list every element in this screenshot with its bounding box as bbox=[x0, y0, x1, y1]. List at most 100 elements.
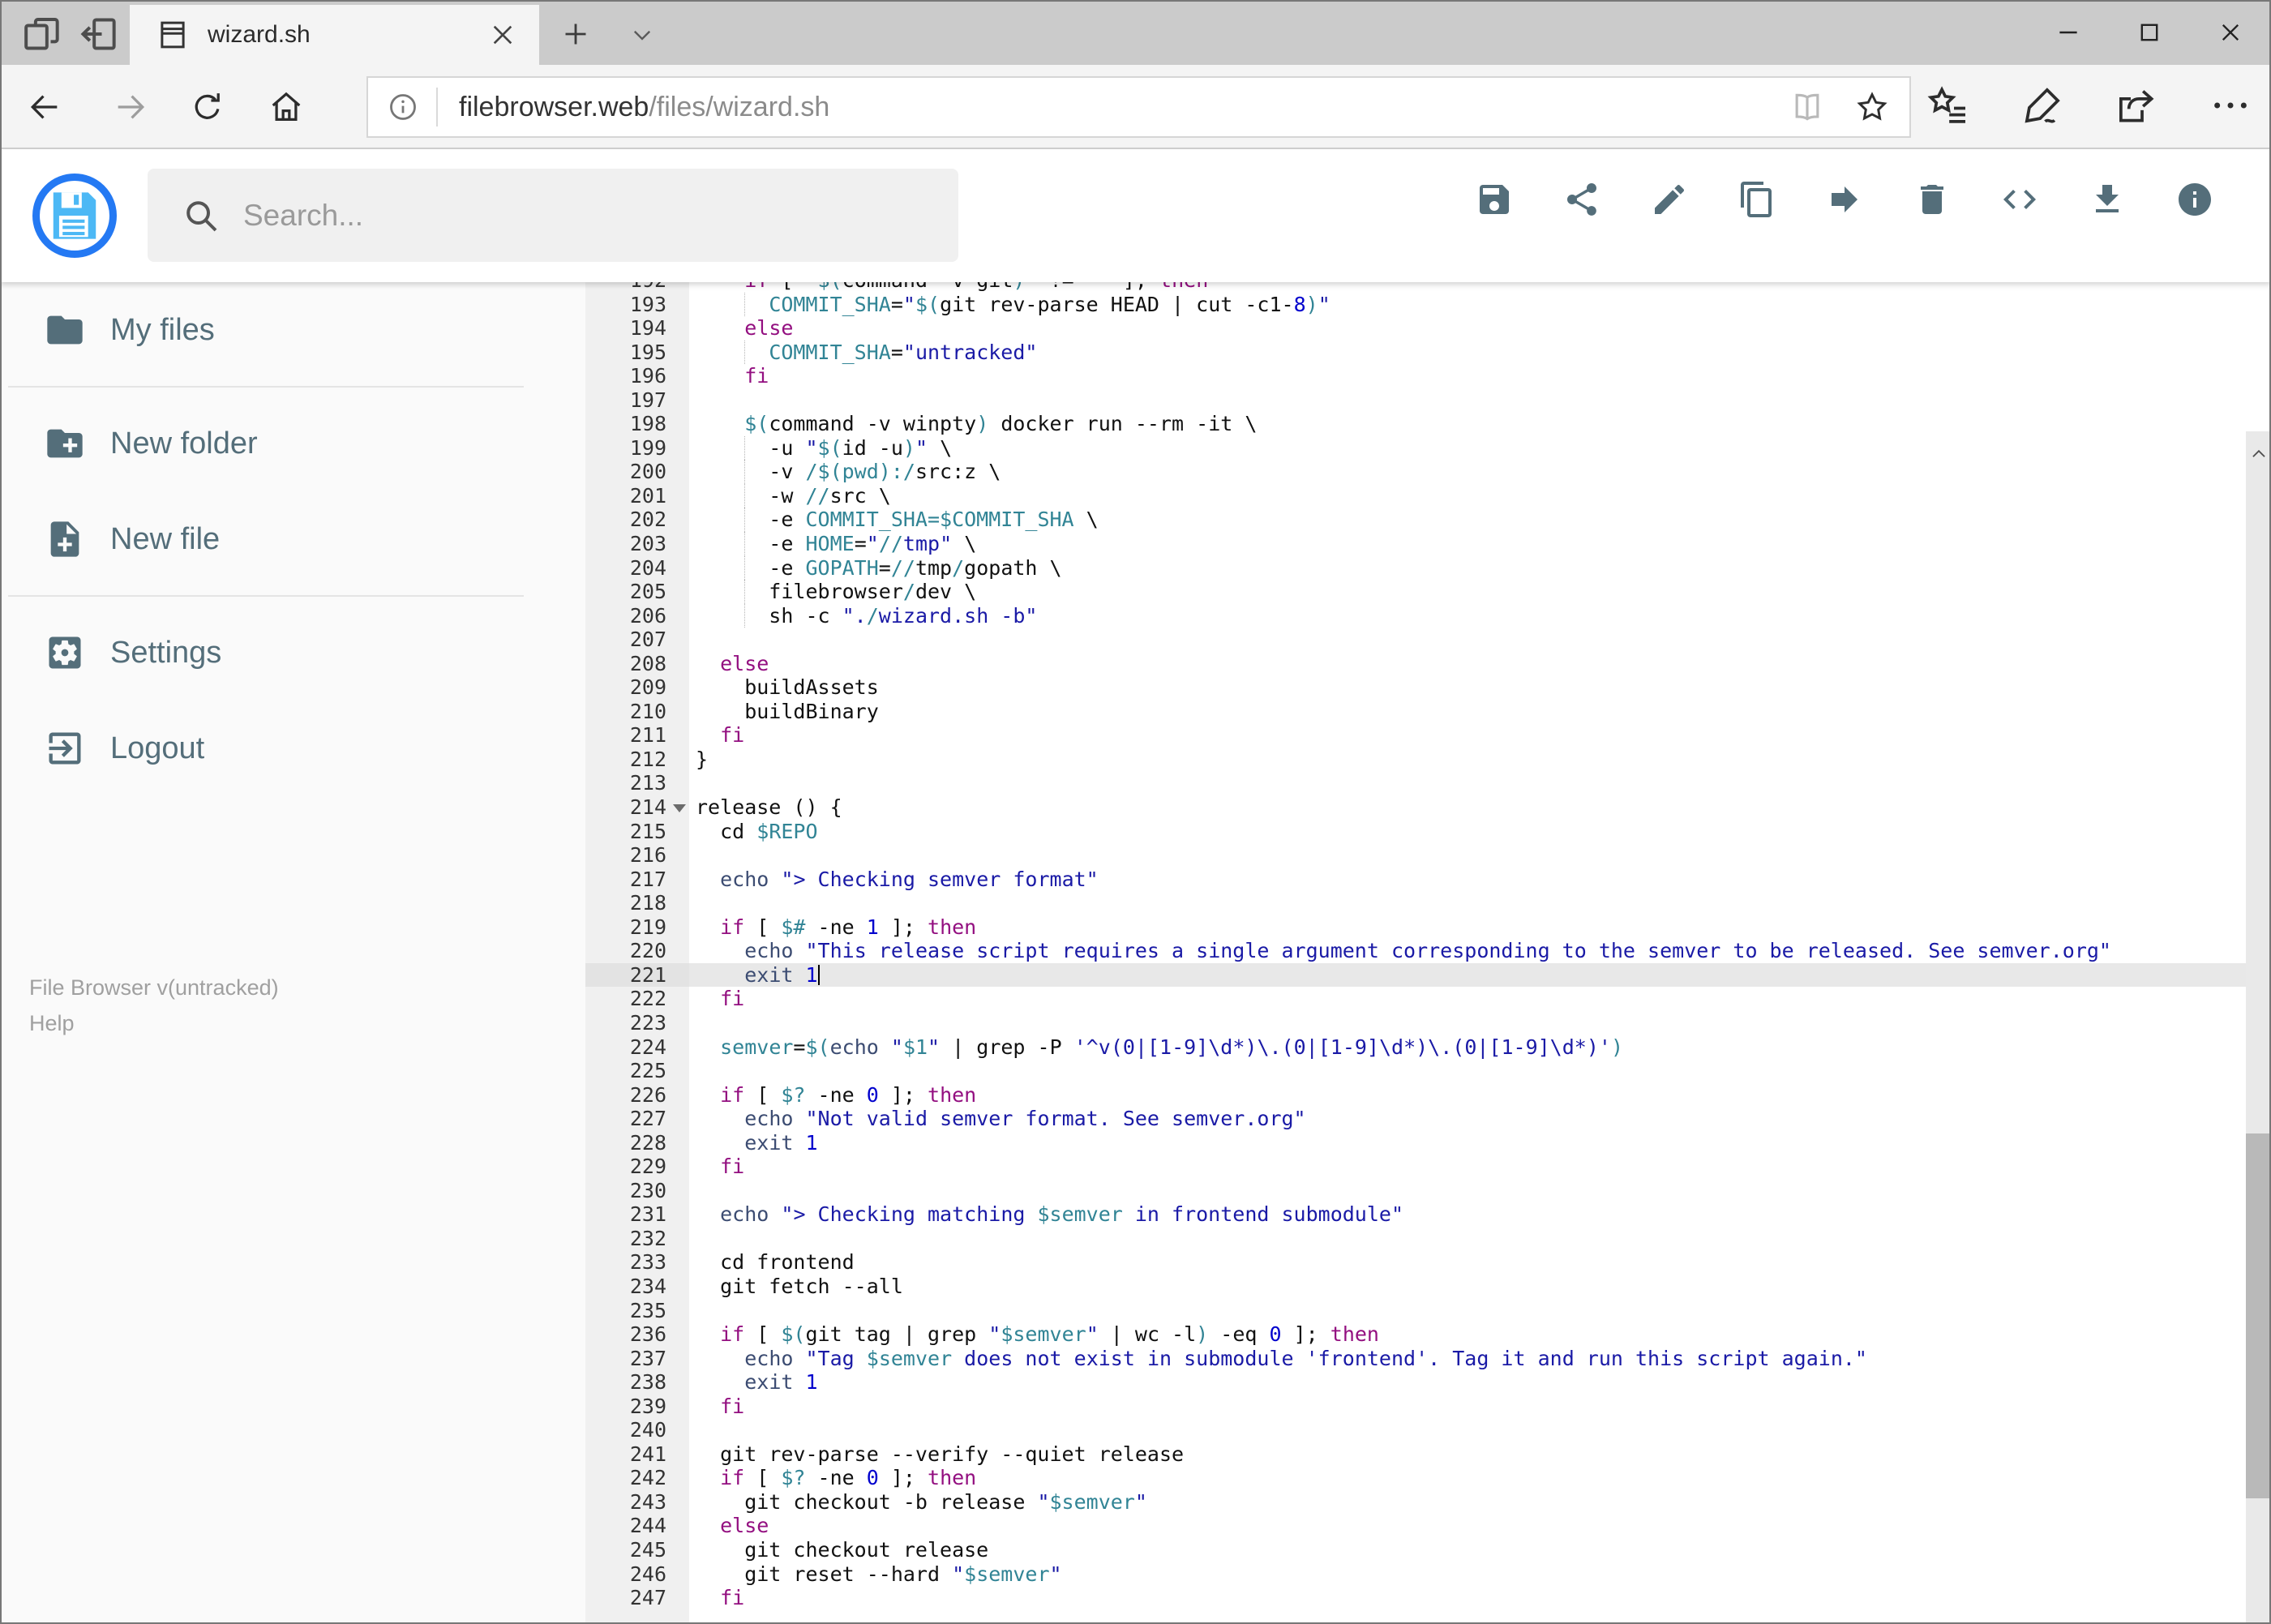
filebrowser-logo[interactable] bbox=[32, 174, 117, 258]
info-icon[interactable] bbox=[2175, 180, 2214, 219]
code-text[interactable]: echo "> Checking matching $semver in fro… bbox=[689, 1202, 2246, 1227]
code-text[interactable]: git rev-parse --verify --quiet release bbox=[689, 1442, 2246, 1467]
share-page-icon[interactable] bbox=[2114, 83, 2159, 128]
tab-preview-icon[interactable] bbox=[19, 11, 65, 57]
sidebar-item-my-files[interactable]: My files bbox=[0, 282, 585, 378]
copy-icon[interactable] bbox=[1738, 180, 1776, 219]
code-text[interactable]: fi bbox=[689, 987, 2246, 1011]
refresh-icon[interactable] bbox=[189, 88, 226, 126]
web-note-icon[interactable] bbox=[2020, 83, 2065, 128]
code-text[interactable]: cd $REPO bbox=[689, 820, 2246, 844]
code-text[interactable]: semver=$(echo "$1" | grep -P '^v(0|[1-9]… bbox=[689, 1035, 2246, 1060]
code-text[interactable]: echo "This release script requires a sin… bbox=[689, 939, 2246, 963]
share-icon[interactable] bbox=[1562, 180, 1601, 219]
tab-list-chevron-icon[interactable] bbox=[628, 21, 656, 49]
code-text[interactable] bbox=[689, 1011, 2246, 1035]
code-text[interactable] bbox=[689, 1179, 2246, 1203]
code-text[interactable] bbox=[689, 388, 2246, 413]
code-text[interactable] bbox=[689, 1418, 2246, 1442]
close-tab-icon[interactable] bbox=[487, 19, 518, 50]
tab-wizard-sh[interactable]: wizard.sh bbox=[130, 5, 539, 65]
code-text[interactable]: -u "$(id -u)" \ bbox=[689, 435, 2246, 461]
set-tabs-aside-icon[interactable] bbox=[76, 11, 122, 57]
site-info-icon[interactable] bbox=[386, 90, 420, 124]
code-text[interactable]: git fetch --all bbox=[689, 1275, 2246, 1299]
back-icon[interactable] bbox=[26, 88, 63, 126]
code-text[interactable]: -e GOPATH=//tmp/gopath \ bbox=[689, 555, 2246, 581]
code-text[interactable]: fi bbox=[689, 1155, 2246, 1179]
code-text[interactable]: $(command -v winpty) docker run --rm -it… bbox=[689, 412, 2246, 436]
code-text[interactable]: fi bbox=[689, 1586, 2246, 1610]
code-text[interactable]: git checkout -b release "$semver" bbox=[689, 1490, 2246, 1515]
new-tab-button[interactable] bbox=[559, 18, 592, 50]
code-text[interactable]: exit 1 bbox=[689, 1370, 2246, 1395]
code-text[interactable]: buildBinary bbox=[689, 700, 2246, 724]
code-text[interactable]: echo "> Checking semver format" bbox=[689, 868, 2246, 892]
code-icon[interactable] bbox=[2000, 180, 2039, 219]
code-text[interactable]: git reset --hard "$semver" bbox=[689, 1562, 2246, 1587]
edit-icon[interactable] bbox=[1650, 180, 1689, 219]
code-text[interactable]: -v /$(pwd):/src:z \ bbox=[689, 460, 2246, 484]
code-text[interactable]: cd frontend bbox=[689, 1250, 2246, 1275]
code-text[interactable]: if [ $(git tag | grep "$semver" | wc -l)… bbox=[689, 1322, 2246, 1347]
code-text[interactable]: COMMIT_SHA="untracked" bbox=[689, 340, 2246, 365]
code-text[interactable]: } bbox=[689, 748, 2246, 772]
sidebar-item-new-folder[interactable]: New folder bbox=[0, 396, 585, 491]
url-text[interactable]: filebrowser.web/files/wizard.sh bbox=[459, 92, 1789, 123]
maximize-button[interactable] bbox=[2109, 0, 2190, 65]
code-text[interactable]: echo "Tag $semver does not exist in subm… bbox=[689, 1347, 2246, 1371]
hub-favorites-icon[interactable] bbox=[1926, 83, 1971, 128]
code-text[interactable]: if [ $? -ne 0 ]; then bbox=[689, 1083, 2246, 1108]
code-text[interactable]: git checkout release bbox=[689, 1538, 2246, 1562]
scroll-up-icon[interactable] bbox=[2246, 431, 2271, 477]
code-text[interactable] bbox=[689, 891, 2246, 915]
code-text[interactable] bbox=[689, 843, 2246, 868]
code-text[interactable]: -e HOME="//tmp" \ bbox=[689, 532, 2246, 556]
move-icon[interactable] bbox=[1825, 180, 1864, 219]
code-text[interactable] bbox=[689, 628, 2246, 652]
download-icon[interactable] bbox=[2088, 180, 2127, 219]
code-text[interactable]: -w //src \ bbox=[689, 483, 2246, 508]
code-text[interactable]: buildAssets bbox=[689, 675, 2246, 700]
code-text[interactable] bbox=[689, 1227, 2246, 1251]
minimize-button[interactable] bbox=[2028, 0, 2109, 65]
code-text[interactable]: exit 1 bbox=[689, 1131, 2246, 1155]
sidebar-item-logout[interactable]: Logout bbox=[0, 701, 585, 796]
code-text[interactable]: if [ $? -ne 0 ]; then bbox=[689, 1466, 2246, 1490]
code-text[interactable] bbox=[689, 1299, 2246, 1323]
code-text[interactable]: else bbox=[689, 316, 2246, 341]
page-scrollbar[interactable] bbox=[2246, 431, 2271, 1624]
address-bar[interactable]: filebrowser.web/files/wizard.sh bbox=[366, 76, 1911, 138]
reading-view-icon[interactable] bbox=[1789, 89, 1825, 125]
code-text[interactable]: fi bbox=[689, 723, 2246, 748]
code-text[interactable]: COMMIT_SHA="$(git rev-parse HEAD | cut -… bbox=[689, 292, 2246, 317]
code-text[interactable]: sh -c "./wizard.sh -b" bbox=[689, 603, 2246, 628]
sidebar-item-settings[interactable]: Settings bbox=[0, 605, 585, 701]
scrollbar-thumb[interactable] bbox=[2246, 1133, 2271, 1498]
code-text[interactable]: exit 1 bbox=[689, 962, 2246, 988]
code-editor[interactable]: 192 if [ "$(command -v git)" != "" ]; th… bbox=[585, 282, 2246, 1624]
help-link[interactable]: Help bbox=[29, 1005, 279, 1041]
favorite-star-icon[interactable] bbox=[1854, 89, 1890, 125]
code-text[interactable]: fi bbox=[689, 1395, 2246, 1419]
code-text[interactable]: -e COMMIT_SHA=$COMMIT_SHA \ bbox=[689, 508, 2246, 533]
more-icon[interactable] bbox=[2208, 83, 2253, 128]
code-text[interactable]: if [ "$(command -v git)" != "" ]; then bbox=[689, 282, 2246, 293]
code-text[interactable] bbox=[689, 771, 2246, 795]
code-text[interactable]: if [ $# -ne 1 ]; then bbox=[689, 915, 2246, 940]
search-input[interactable] bbox=[243, 198, 908, 233]
code-text[interactable]: fi bbox=[689, 364, 2246, 388]
code-text[interactable]: else bbox=[689, 652, 2246, 676]
home-icon[interactable] bbox=[268, 88, 305, 126]
code-text[interactable] bbox=[689, 1059, 2246, 1083]
code-text[interactable]: echo "Not valid semver format. See semve… bbox=[689, 1107, 2246, 1131]
forward-icon[interactable] bbox=[112, 88, 149, 126]
code-text[interactable]: else bbox=[689, 1514, 2246, 1538]
sidebar-item-new-file[interactable]: New file bbox=[0, 491, 585, 587]
save-icon[interactable] bbox=[1475, 180, 1514, 219]
fold-toggle-icon[interactable] bbox=[673, 804, 686, 813]
close-window-button[interactable] bbox=[2190, 0, 2271, 65]
code-text[interactable]: release () { bbox=[689, 795, 2246, 820]
code-text[interactable]: filebrowser/dev \ bbox=[689, 580, 2246, 604]
delete-icon[interactable] bbox=[1913, 180, 1952, 219]
